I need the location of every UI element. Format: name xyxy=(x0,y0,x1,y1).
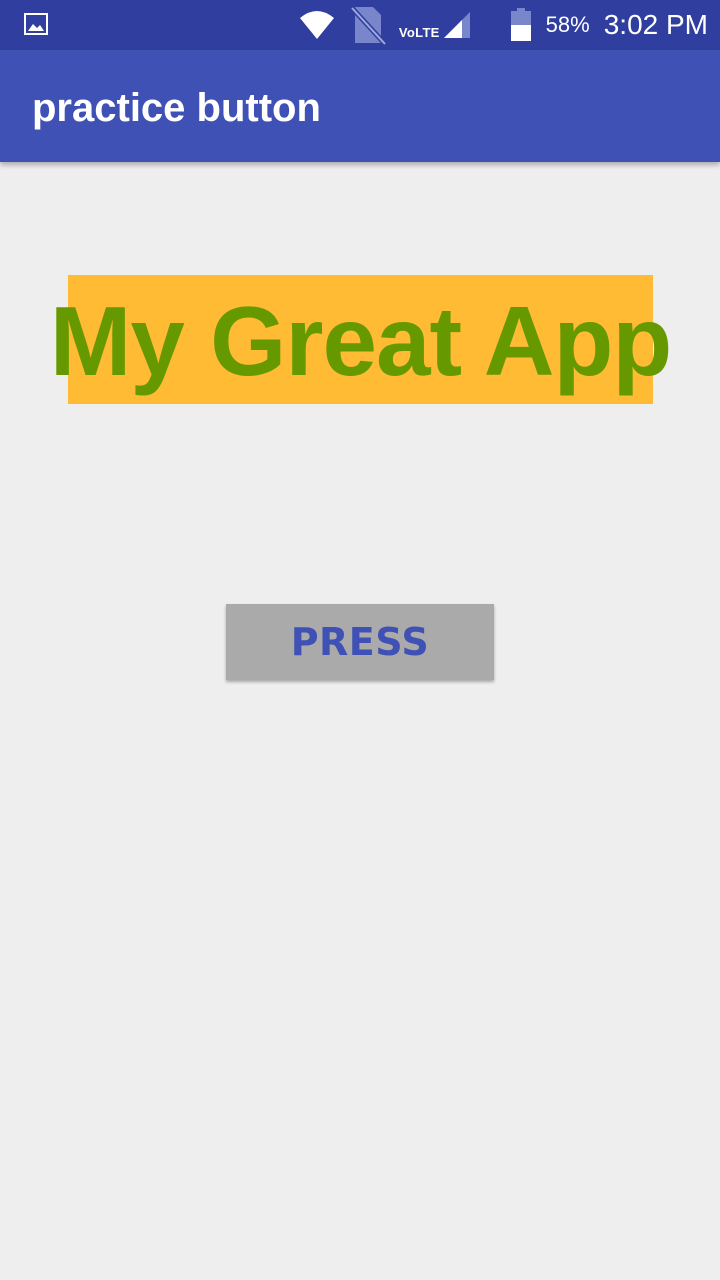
main-content: My Great App PRESS xyxy=(0,162,720,1280)
no-sim-icon xyxy=(349,5,387,46)
headline-banner: My Great App xyxy=(50,275,672,404)
battery-percentage: 58% xyxy=(545,12,590,37)
wifi-icon xyxy=(299,10,335,40)
clock: 3:02 PM xyxy=(603,9,708,40)
press-button[interactable]: PRESS xyxy=(226,604,494,680)
status-icons: VoLTE 58% 3:02 PM xyxy=(299,0,708,50)
app-title: practice button xyxy=(32,86,321,130)
battery-icon xyxy=(510,8,532,42)
volte-label: VoLTE xyxy=(398,24,440,40)
headline-text: My Great App xyxy=(49,286,672,396)
press-button-label: PRESS xyxy=(290,620,430,664)
status-bar: VoLTE 58% 3:02 PM xyxy=(0,0,720,50)
image-notification-icon xyxy=(24,13,48,35)
signal-icon xyxy=(442,11,472,39)
app-bar: practice button xyxy=(0,50,720,162)
